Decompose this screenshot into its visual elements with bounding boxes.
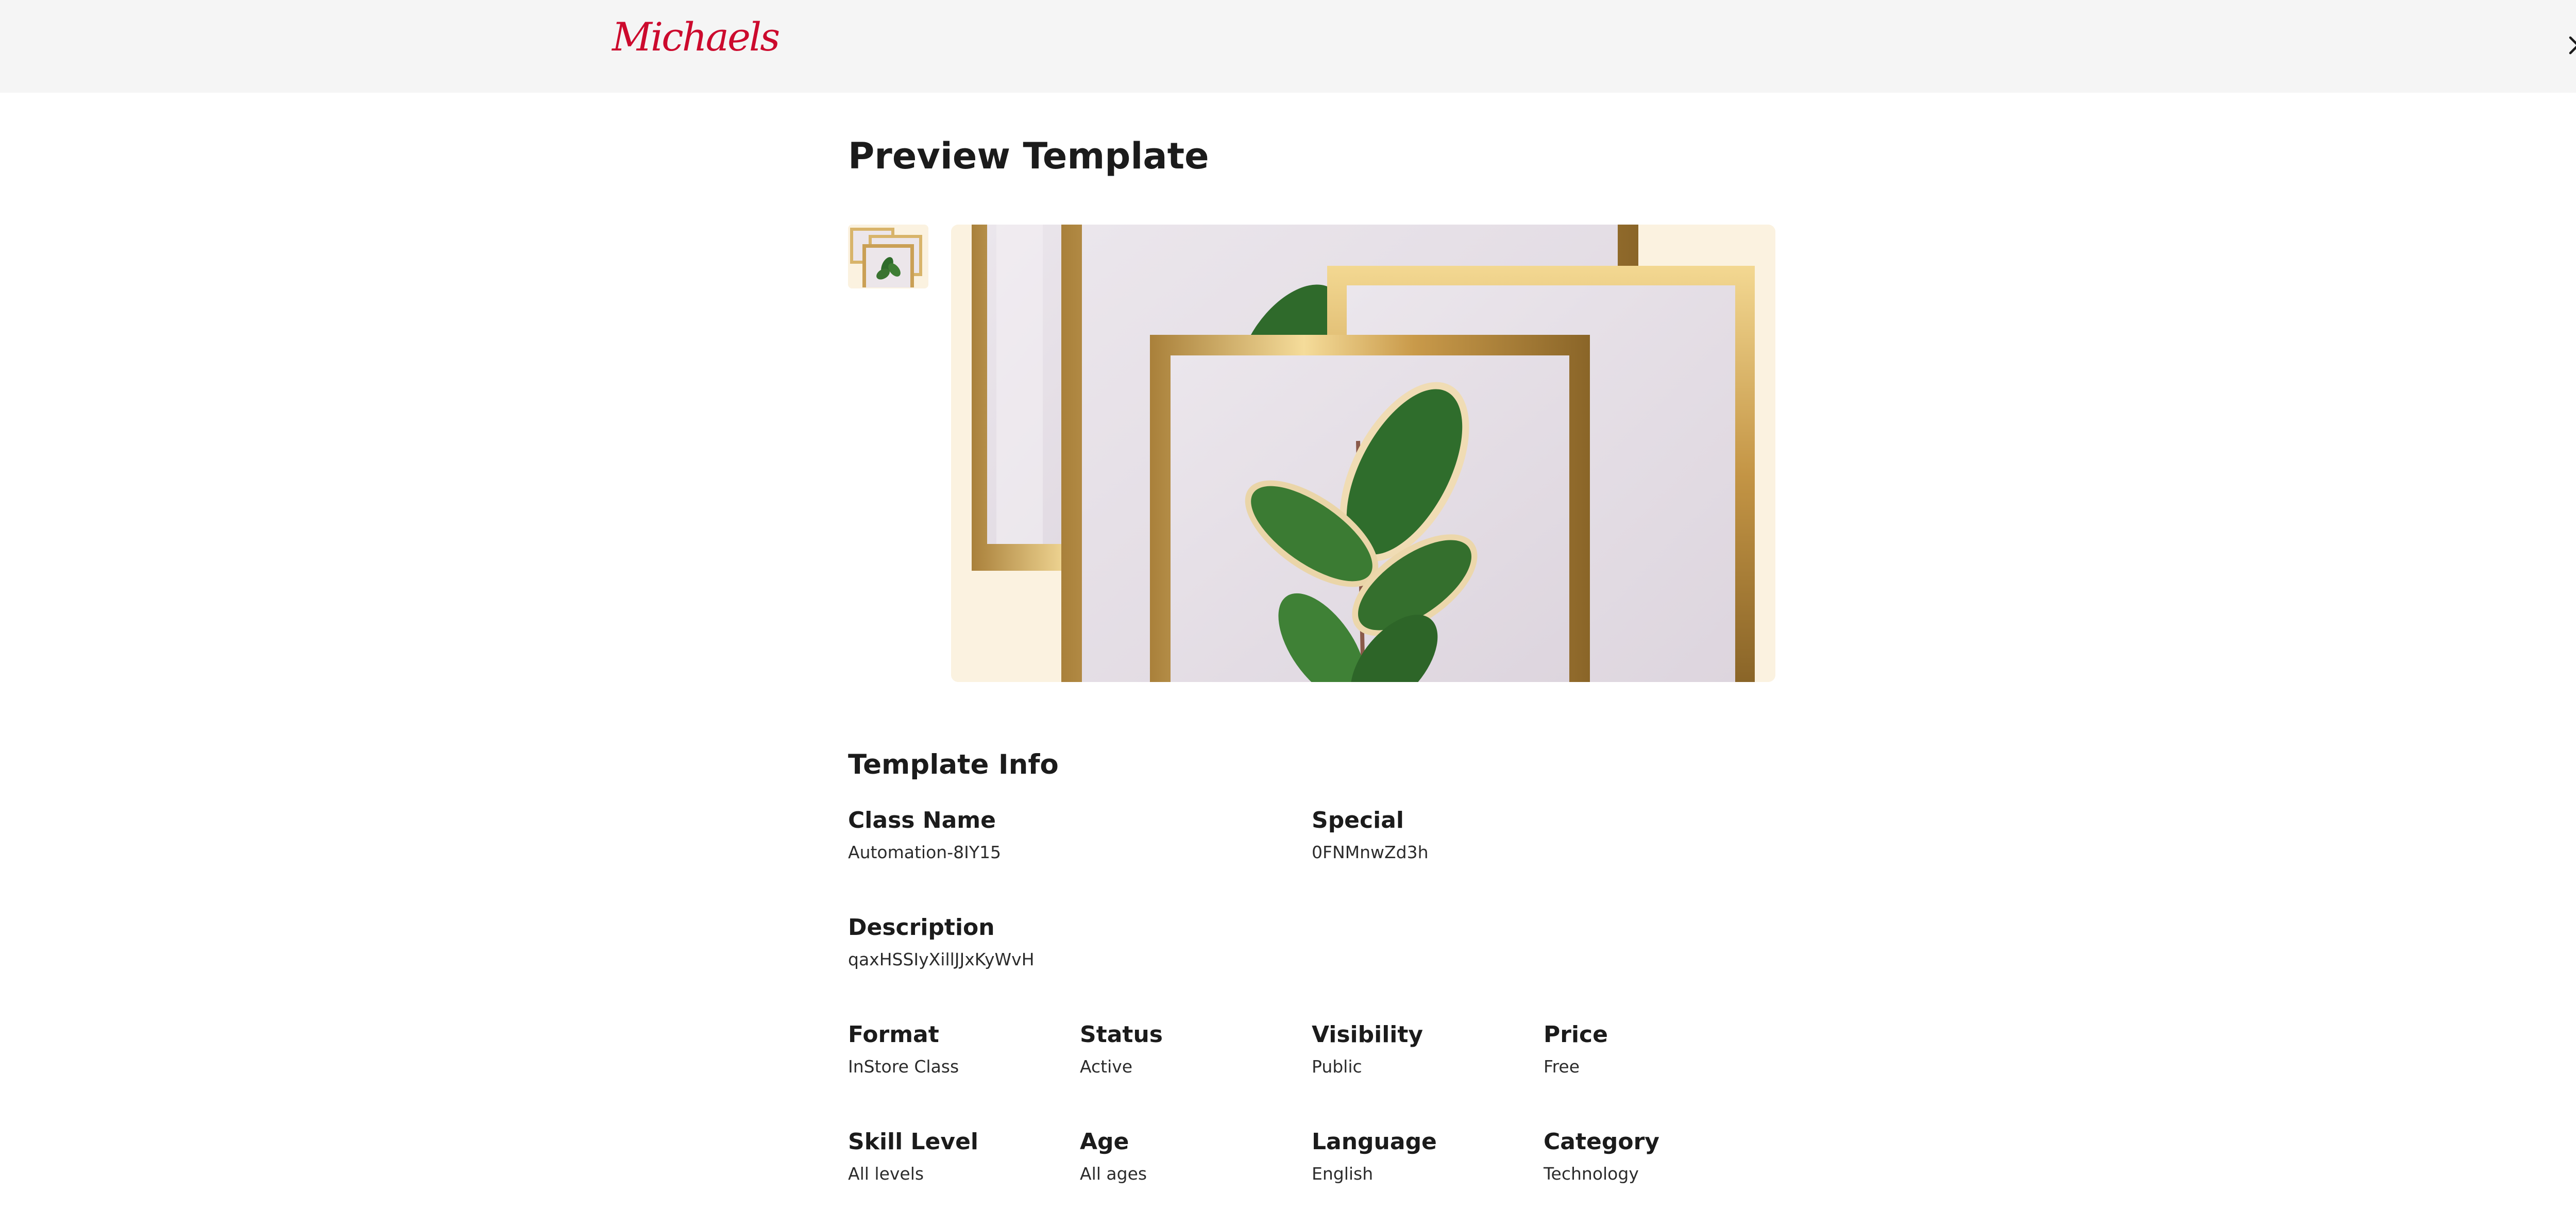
skill-level-field: Skill Level All levels <box>848 1128 978 1185</box>
class-name-label: Class Name <box>848 807 996 833</box>
preview-template-page: Michaels Preview Template Template Info … <box>0 0 2576 1227</box>
michaels-logo[interactable]: Michaels <box>612 18 780 57</box>
language-label: Language <box>1312 1129 1437 1155</box>
framed-plant-image <box>951 225 1775 682</box>
price-value: Free <box>1544 1056 1580 1077</box>
category-value: Technology <box>1544 1164 1639 1184</box>
special-value: 0FNMnwZd3h <box>1312 842 1429 862</box>
age-value: All ages <box>1080 1164 1147 1184</box>
visibility-field: Visibility Public <box>1312 1021 1423 1078</box>
language-value: English <box>1312 1164 1374 1184</box>
format-field: Format InStore Class <box>848 1021 959 1078</box>
top-header: Michaels <box>0 0 2576 93</box>
visibility-label: Visibility <box>1312 1021 1423 1048</box>
special-field: Special 0FNMnwZd3h <box>1312 807 1429 863</box>
language-field: Language English <box>1312 1128 1437 1185</box>
skill-level-value: All levels <box>848 1164 924 1184</box>
format-value: InStore Class <box>848 1056 959 1077</box>
class-name-value: Automation-8IY15 <box>848 842 1001 862</box>
main-template-image <box>951 225 1775 682</box>
price-label: Price <box>1544 1021 1608 1048</box>
status-label: Status <box>1080 1021 1163 1048</box>
category-field: Category Technology <box>1544 1128 1659 1185</box>
description-field: Description qaxHSSIyXillJJxKyWvH <box>848 914 1035 970</box>
template-info-heading: Template Info <box>848 749 1059 780</box>
age-field: Age All ages <box>1080 1128 1147 1185</box>
special-label: Special <box>1312 807 1404 833</box>
format-label: Format <box>848 1021 939 1048</box>
image-thumbnail[interactable] <box>848 225 928 288</box>
description-label: Description <box>848 914 995 941</box>
description-value: qaxHSSIyXillJJxKyWvH <box>848 949 1035 969</box>
status-value: Active <box>1080 1056 1133 1077</box>
close-button[interactable] <box>2565 32 2576 59</box>
age-label: Age <box>1080 1129 1129 1155</box>
status-field: Status Active <box>1080 1021 1163 1078</box>
close-icon <box>2569 36 2576 55</box>
class-name-field: Class Name Automation-8IY15 <box>848 807 1001 863</box>
framed-plant-thumbnail-image <box>848 225 928 288</box>
category-label: Category <box>1544 1129 1659 1155</box>
visibility-value: Public <box>1312 1056 1362 1077</box>
page-title: Preview Template <box>848 135 1209 177</box>
skill-level-label: Skill Level <box>848 1129 978 1155</box>
price-field: Price Free <box>1544 1021 1608 1078</box>
